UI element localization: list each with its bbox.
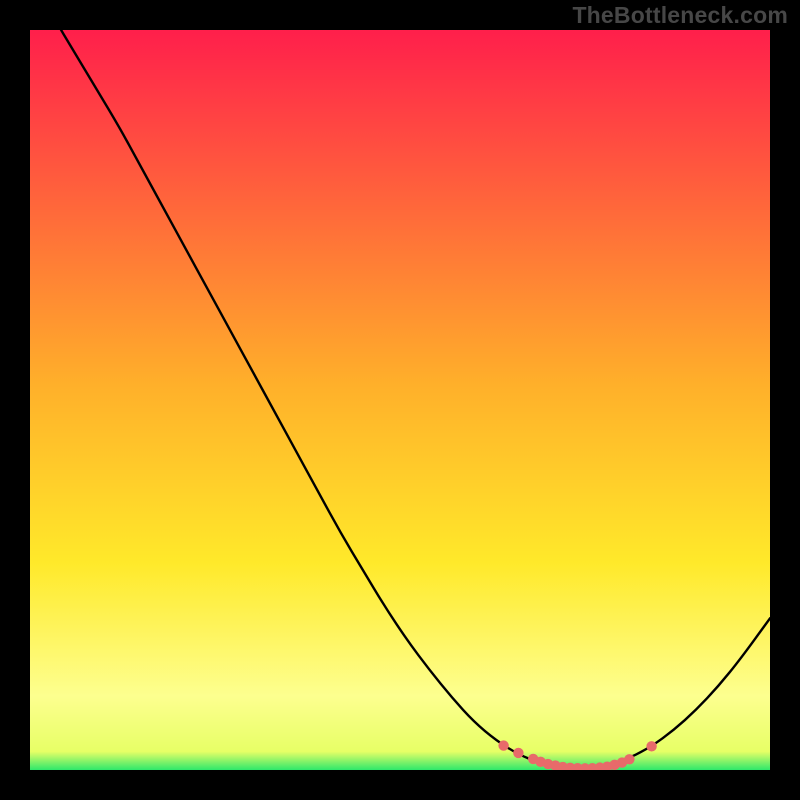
optimal-marker (624, 754, 634, 764)
bottleneck-chart (30, 30, 770, 770)
chart-svg (30, 30, 770, 770)
optimal-marker (646, 741, 656, 751)
optimal-marker (513, 748, 523, 758)
optimal-marker (498, 740, 508, 750)
watermark-text: TheBottleneck.com (572, 2, 788, 29)
gradient-background (30, 30, 770, 770)
chart-frame: TheBottleneck.com (0, 0, 800, 800)
